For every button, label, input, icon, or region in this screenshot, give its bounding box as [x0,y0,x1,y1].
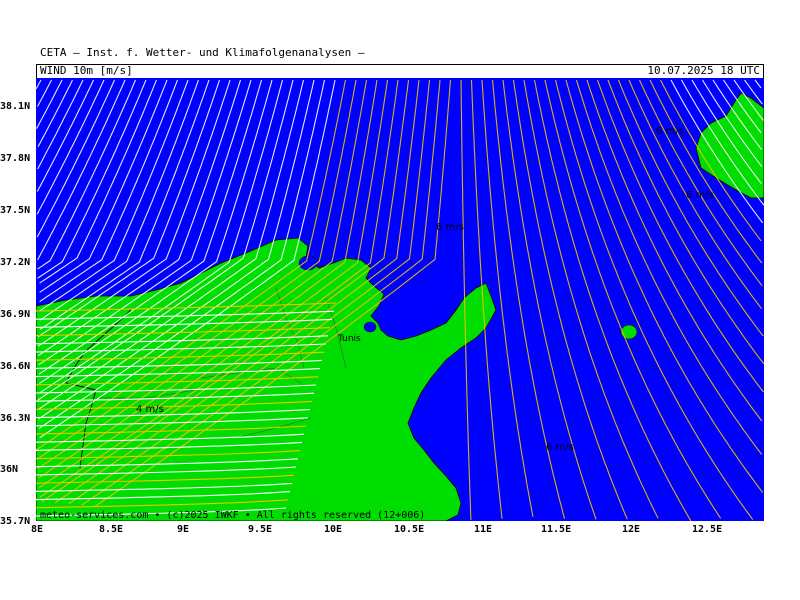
lon-tick: 8.5E [99,524,124,535]
speed-label-4: 4 m/s [136,404,164,415]
parameter-label: WIND 10m [m/s] [40,64,133,77]
lon-tick: 10.5E [394,524,425,535]
lake-tunis [363,321,377,333]
lat-tick: 36.9N [0,309,31,320]
lat-tick: 36N [0,464,19,475]
page-title: CETA – Inst. f. Wetter- und Klimafolgena… [40,46,365,59]
lon-tick: 8E [31,524,44,535]
lat-tick: 35.7N [0,516,31,527]
lon-tick: 12.5E [692,524,723,535]
lon-tick: 9.5E [248,524,273,535]
lat-tick: 38.1N [0,101,31,112]
pantelleria-island [620,324,638,340]
speed-label-6a: 6 m/s [546,442,574,453]
lon-tick: 12E [622,524,641,535]
speed-label-6b: 6 m/s [436,222,464,233]
lat-tick: 36.6N [0,361,31,372]
lon-tick: 10E [324,524,343,535]
lat-tick: 37.8N [0,153,31,164]
wind-map: 4 m/s 6 m/s 6 m/s 6 m/s 6 m/s Tunis mete… [36,78,764,521]
valid-time: 10.07.2025 18 UTC [647,64,760,77]
lake-bizerte [298,255,318,271]
lat-tick: 37.2N [0,257,31,268]
lon-tick: 11E [474,524,493,535]
lat-tick: 37.5N [0,205,31,216]
lat-tick: 36.3N [0,413,31,424]
speed-label-6c: 6 m/s [656,126,684,137]
lon-tick: 9E [177,524,190,535]
speed-label-6d: 6 m/s [686,190,714,201]
place-label-tunis: Tunis [337,334,361,344]
map-footer: meteo-services.com • (c)2025 IWKF • All … [40,510,425,521]
lon-tick: 11.5E [541,524,572,535]
